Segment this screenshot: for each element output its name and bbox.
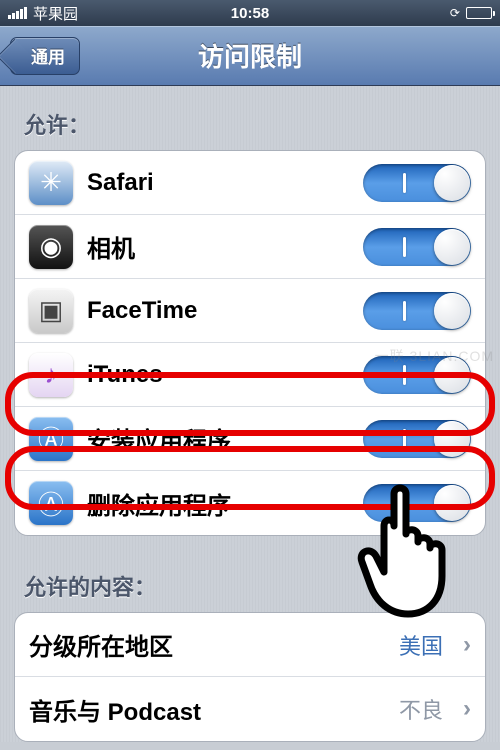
row-camera[interactable]: ◉ 相机 xyxy=(15,215,485,279)
row-label: 音乐与 Podcast xyxy=(29,692,385,727)
row-label: Safari xyxy=(87,169,349,197)
content-group: 分级所在地区 美国 › 音乐与 Podcast 不良 › xyxy=(14,612,486,742)
nav-bar: 通用 访问限制 xyxy=(0,26,500,86)
chevron-right-icon: › xyxy=(463,695,471,723)
content-scroll[interactable]: 允许： ✳︎ Safari ◉ 相机 ▣ FaceTime ♪ iTunes Ⓐ… xyxy=(0,86,500,742)
row-delete-apps[interactable]: Ⓐ 删除应用程序 xyxy=(15,471,485,535)
status-bar: 苹果园 10:58 ⟳ xyxy=(0,0,500,26)
clock: 10:58 xyxy=(169,5,330,22)
row-safari[interactable]: ✳︎ Safari xyxy=(15,151,485,215)
watermark: 一联 3LIAN.COM xyxy=(375,346,494,366)
toggle-facetime[interactable] xyxy=(363,292,471,330)
camera-icon: ◉ xyxy=(29,225,73,269)
row-value: 不良 xyxy=(399,693,449,725)
toggle-delete-apps[interactable] xyxy=(363,484,471,522)
row-label: 分级所在地区 xyxy=(29,627,385,662)
back-button[interactable]: 通用 xyxy=(10,37,80,75)
itunes-icon: ♪ xyxy=(29,353,73,397)
toggle-safari[interactable] xyxy=(363,164,471,202)
row-facetime[interactable]: ▣ FaceTime xyxy=(15,279,485,343)
carrier-label: 苹果园 xyxy=(33,3,78,24)
section-header-content: 允许的内容： xyxy=(0,558,500,612)
back-button-label: 通用 xyxy=(31,43,65,68)
safari-icon: ✳︎ xyxy=(29,161,73,205)
row-music-podcast[interactable]: 音乐与 Podcast 不良 › xyxy=(15,677,485,741)
orientation-lock-icon: ⟳ xyxy=(450,6,460,20)
row-label: 安装应用程序 xyxy=(87,421,349,456)
row-value: 美国 xyxy=(399,629,449,661)
row-label: 相机 xyxy=(87,229,349,264)
appstore-icon: Ⓐ xyxy=(29,417,73,461)
row-label: FaceTime xyxy=(87,297,349,325)
appstore-icon: Ⓐ xyxy=(29,481,73,525)
chevron-right-icon: › xyxy=(463,631,471,659)
row-label: iTunes xyxy=(87,361,349,389)
toggle-camera[interactable] xyxy=(363,228,471,266)
facetime-icon: ▣ xyxy=(29,289,73,333)
signal-icon xyxy=(8,7,27,19)
section-header-allow: 允许： xyxy=(0,96,500,150)
row-ratings-region[interactable]: 分级所在地区 美国 › xyxy=(15,613,485,677)
row-install-apps[interactable]: Ⓐ 安装应用程序 xyxy=(15,407,485,471)
row-label: 删除应用程序 xyxy=(87,486,349,521)
toggle-install-apps[interactable] xyxy=(363,420,471,458)
battery-icon xyxy=(466,7,492,19)
allow-group: ✳︎ Safari ◉ 相机 ▣ FaceTime ♪ iTunes Ⓐ 安装应… xyxy=(14,150,486,536)
